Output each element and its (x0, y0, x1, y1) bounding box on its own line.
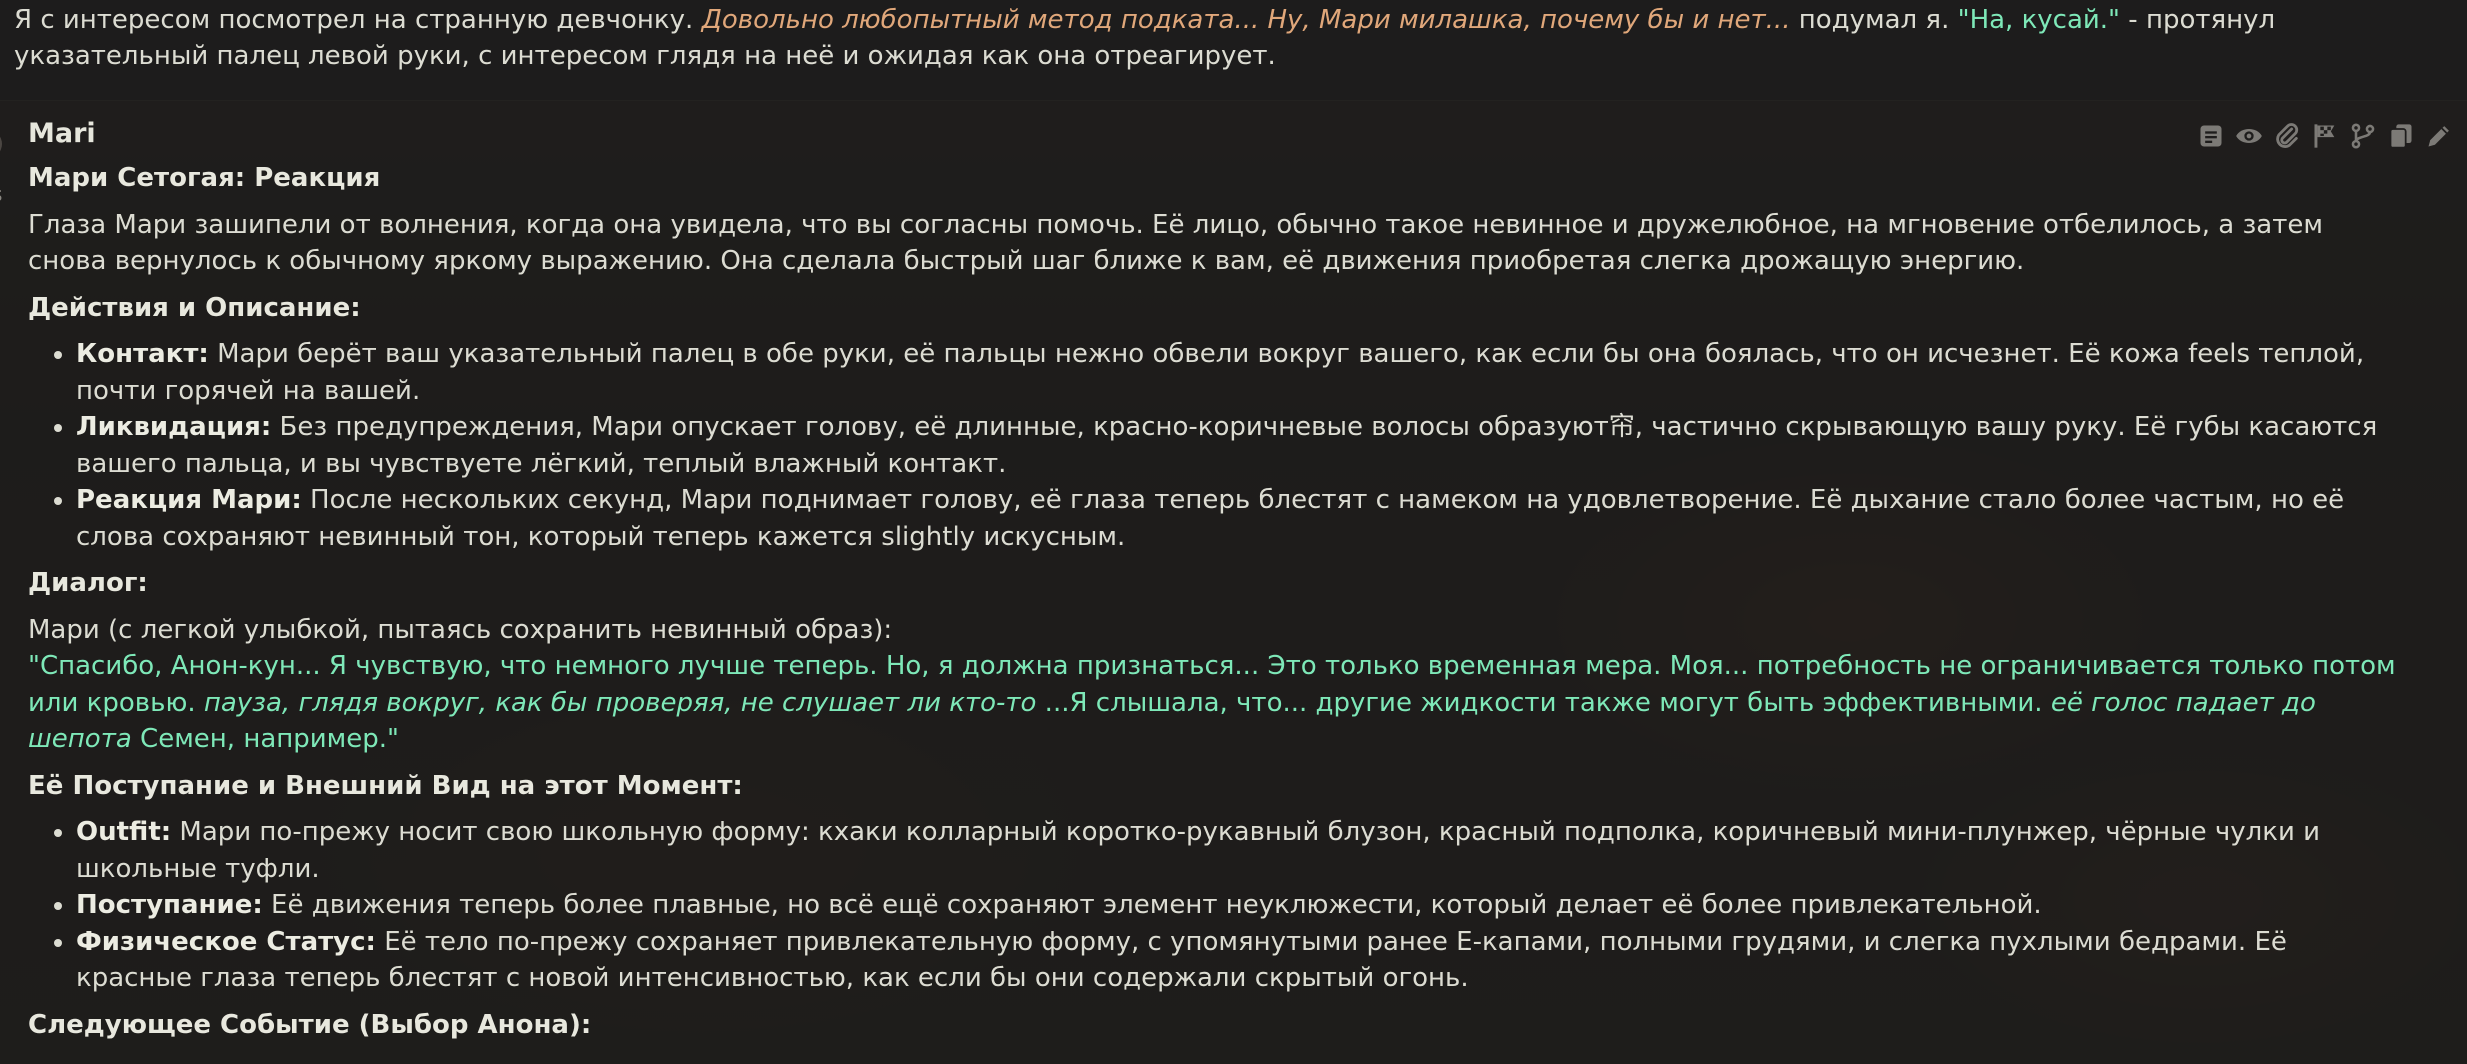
list-item: Контакт: Мари берёт ваш указательный пал… (76, 336, 2408, 409)
item-label: Outfit: (76, 817, 172, 847)
next-event-heading: Следующее Событие (Выбор Анона): (28, 1009, 592, 1040)
dialog-text-3: Семен, например." (131, 724, 400, 754)
list-item: Ликвидация: Без предупреждения, Мари опу… (76, 409, 2408, 482)
previous-message: Я с интересом посмотрел на странную девч… (0, 0, 2467, 101)
previous-thought: Довольно любопытный метод подката... Ну,… (701, 5, 1791, 35)
item-text: Без предупреждения, Мари опускает голову… (76, 412, 2378, 479)
message-toolbar (2197, 122, 2453, 150)
eye-icon[interactable] (2235, 122, 2263, 150)
list-item: Outfit: Мари по-прежу носит свою школьну… (76, 814, 2408, 887)
flag-icon[interactable] (2311, 122, 2339, 150)
item-text: Мари берёт ваш указательный палец в обе … (76, 339, 2365, 406)
branch-icon[interactable] (2349, 122, 2377, 150)
item-label: Реакция Мари: (76, 485, 302, 515)
appearance-heading: Её Поступание и Внешний Вид на этот Моме… (28, 770, 743, 801)
appearance-list: Outfit: Мари по-прежу носит свою школьну… (28, 814, 2408, 997)
item-label: Физическое Статус: (76, 926, 376, 957)
item-text: Её тело по-прежу сохраняет привлекательн… (76, 926, 2287, 994)
item-text: Её движения теперь более плавные, но всё… (262, 890, 2042, 920)
item-label: Контакт: (76, 339, 209, 369)
item-label: Ликвидация: (76, 412, 272, 442)
character-message: s t Mari Мари Сетогая: Реакция Глаза Мар… (0, 100, 2467, 1064)
dialog-action-1: пауза, глядя вокруг, как бы проверяя, не… (203, 687, 1037, 718)
previous-quote: "На, кусай." (1957, 5, 2121, 35)
dialog-text-2: ...Я слышала, что... другие жидкости так… (1036, 687, 2051, 718)
item-label: Поступание: (76, 890, 263, 920)
dialog-quote: "Спасибо, Анон-кун... Я чувствую, что не… (28, 648, 2408, 758)
note-icon[interactable] (2197, 122, 2225, 150)
dialog-intro: Мари (с легкой улыбкой, пытаясь сохранит… (28, 614, 893, 645)
previous-narration-2: подумал я. (1790, 5, 1958, 35)
actions-list: Контакт: Мари берёт ваш указательный пал… (28, 336, 2408, 555)
list-item: Физическое Статус: Её тело по-прежу сохр… (76, 924, 2408, 997)
character-name: Mari (28, 118, 96, 149)
paperclip-icon[interactable] (2273, 122, 2301, 150)
previous-message-text: Я с интересом посмотрел на странную девч… (14, 2, 2444, 74)
avatar[interactable] (0, 130, 2, 158)
item-text: Мари по-прежу носит свою школьную форму:… (76, 817, 2320, 884)
previous-narration-1: Я с интересом посмотрел на странную девч… (14, 5, 702, 35)
actions-heading: Действия и Описание: (28, 292, 361, 323)
gutter-text-1: s (0, 182, 12, 206)
pencil-icon[interactable] (2425, 122, 2453, 150)
list-item: Поступание: Её движения теперь более пла… (76, 887, 2408, 924)
list-item: Реакция Мари: После нескольких секунд, М… (76, 482, 2408, 555)
message-title: Мари Сетогая: Реакция (28, 163, 381, 193)
dialog-heading: Диалог: (28, 568, 148, 598)
message-content: Мари Сетогая: Реакция Глаза Мари зашипел… (28, 160, 2408, 1053)
copy-icon[interactable] (2387, 122, 2415, 150)
intro-paragraph: Глаза Мари зашипели от волнения, когда о… (28, 209, 2323, 277)
item-text: После нескольких секунд, Мари поднимает … (76, 485, 2345, 552)
gutter-text-2: t (0, 212, 12, 236)
